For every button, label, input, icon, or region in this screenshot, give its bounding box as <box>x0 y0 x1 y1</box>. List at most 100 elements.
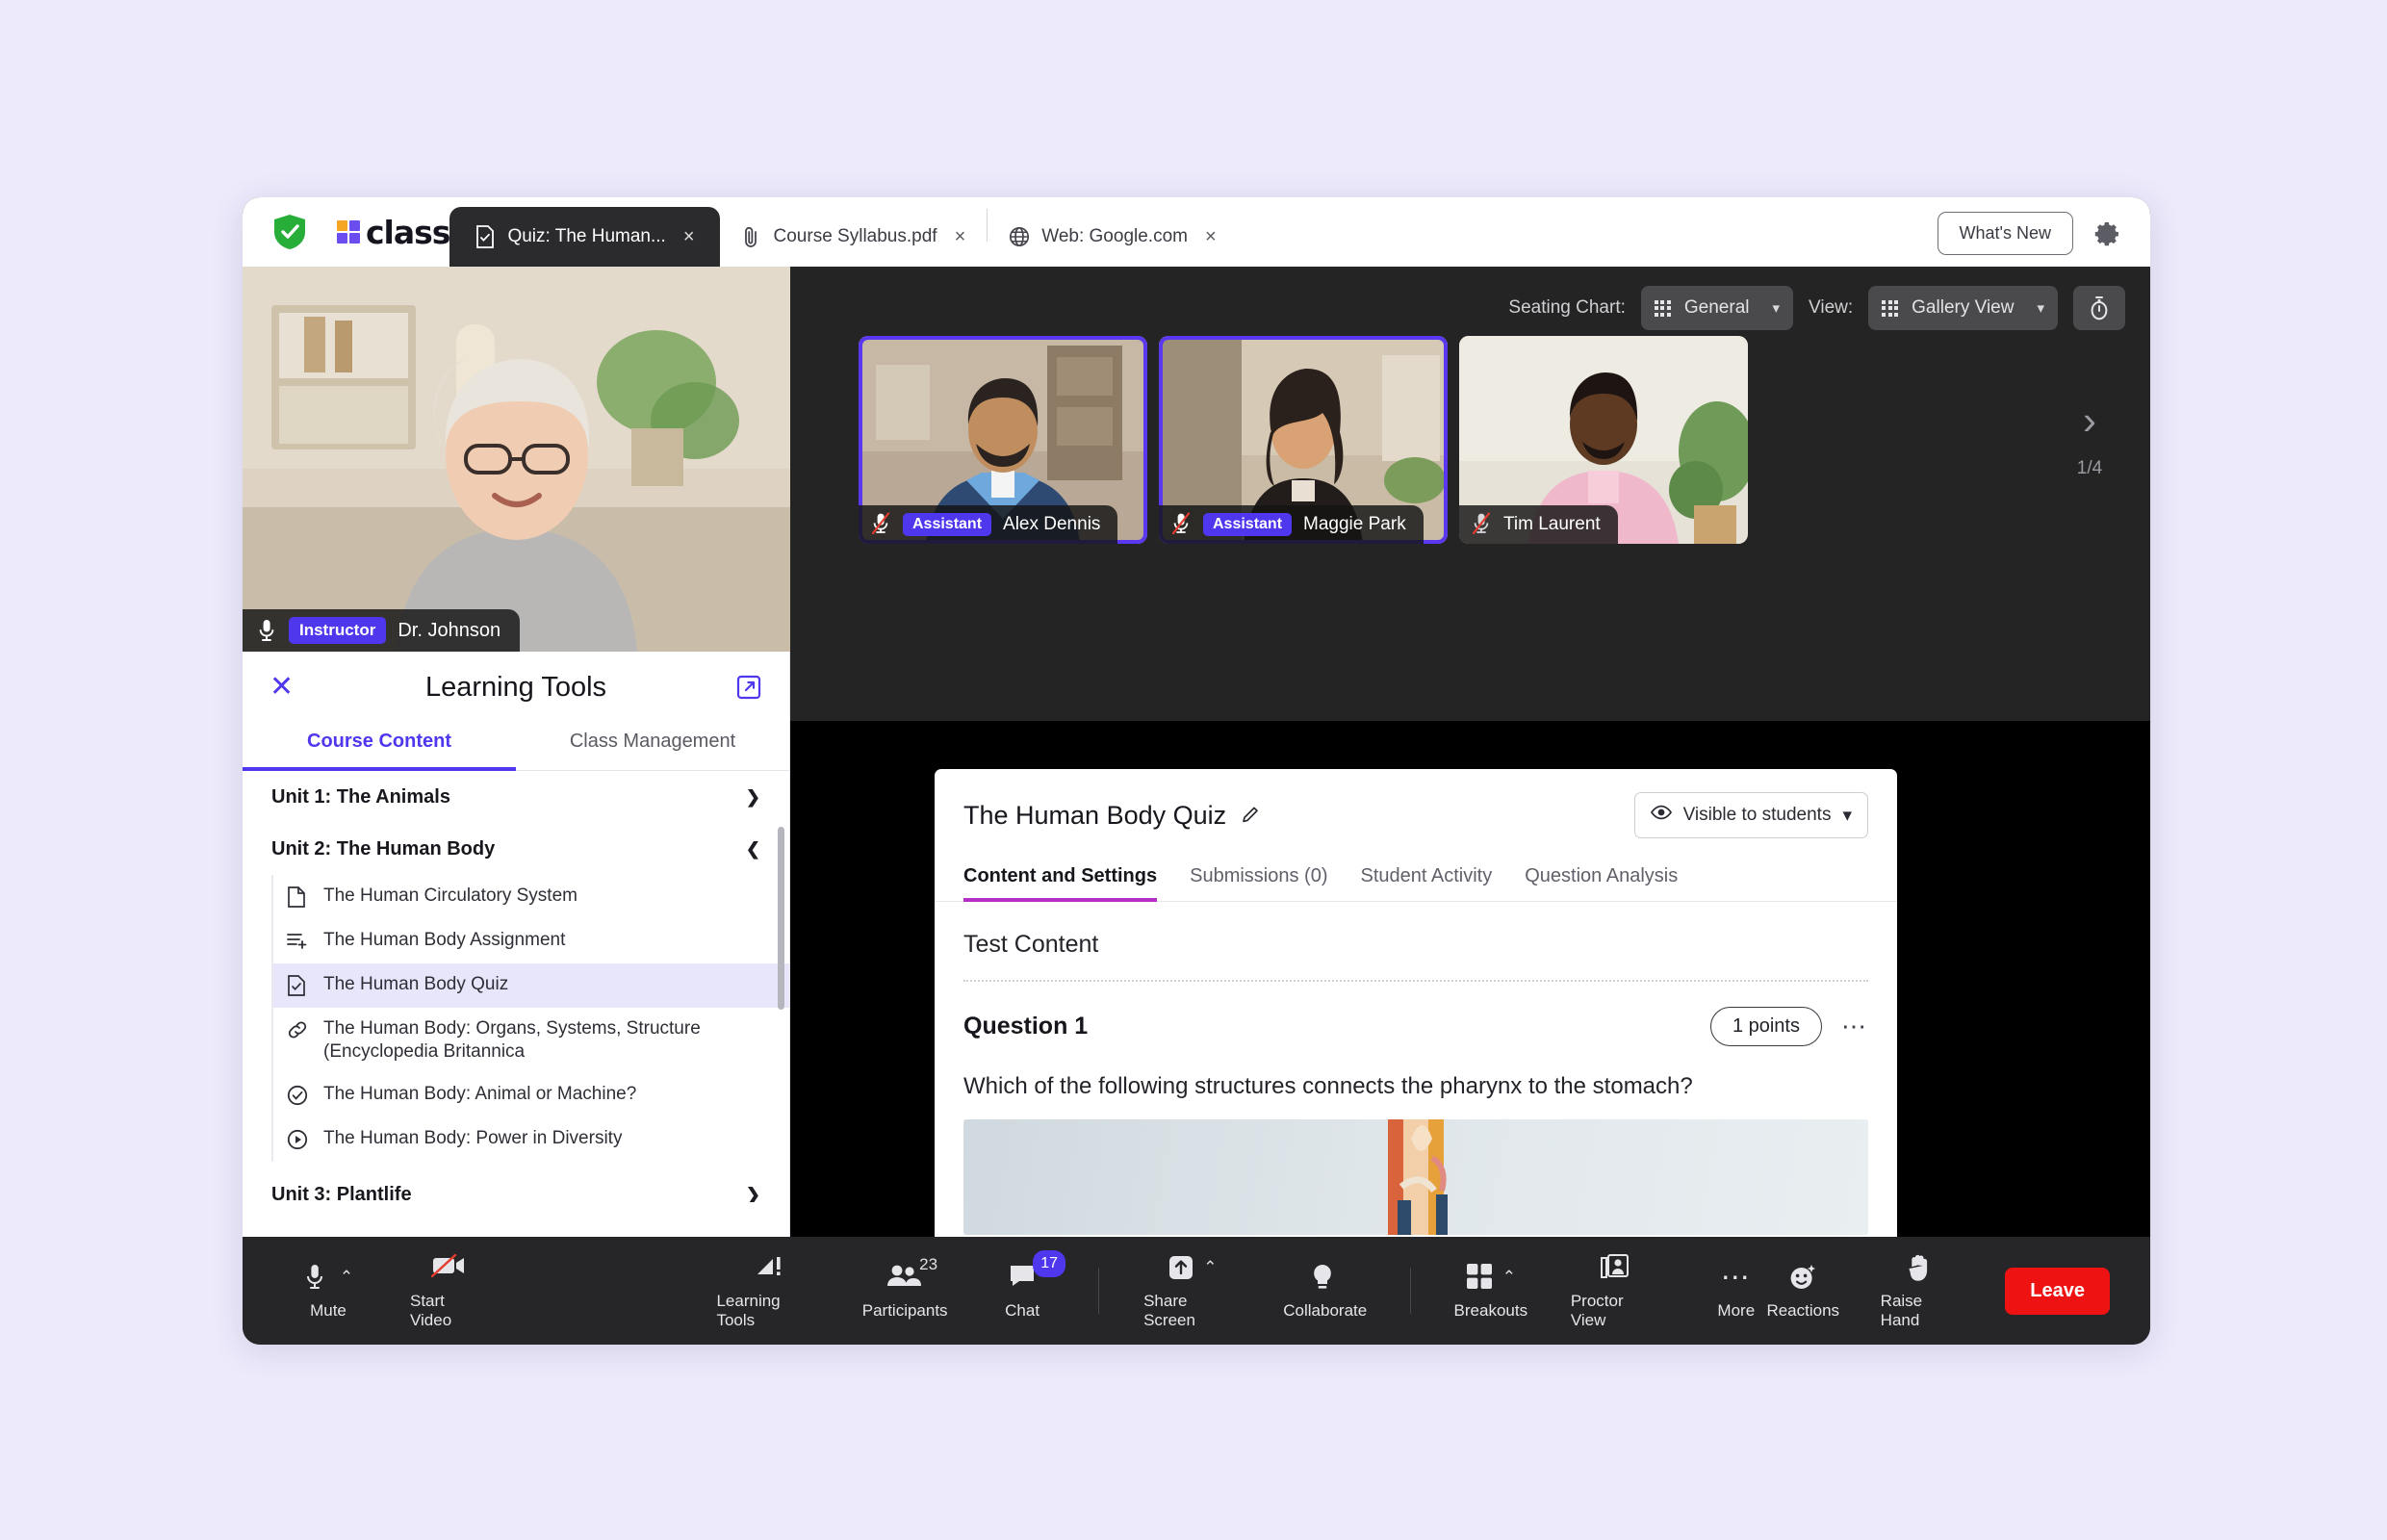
instructor-name-badge: Instructor Dr. Johnson <box>243 609 521 652</box>
toolbar-label: Proctor View <box>1570 1292 1624 1329</box>
assignment-icon <box>287 931 310 954</box>
mute-button[interactable]: ⌃ Mute <box>296 1261 360 1321</box>
quiz-card: The Human Body Quiz Visible to students … <box>935 769 1897 1237</box>
gear-icon[interactable] <box>2092 219 2121 248</box>
tab-content-and-settings[interactable]: Content and Settings <box>963 854 1158 902</box>
tree-unit-1[interactable]: Unit 1: The Animals ❯ <box>243 771 789 823</box>
participant-tile-maggie-park[interactable]: Assistant Maggie Park <box>1159 336 1448 544</box>
tree-item-body-quiz[interactable]: The Human Body Quiz <box>273 963 789 1008</box>
learning-tools-panel: ✕ Learning Tools Course Content Class Ma… <box>243 652 790 1237</box>
role-badge: Instructor <box>289 617 387 644</box>
grid-icon <box>1654 299 1671 317</box>
participant-tiles: Assistant Alex Dennis Assistant Maggie P… <box>859 336 1748 544</box>
learning-tools-tabs: Course Content Class Management <box>243 723 789 771</box>
participants-count: 23 <box>919 1255 938 1273</box>
check-circle-icon <box>287 1085 310 1108</box>
share-screen-button[interactable]: ⌃ Share Screen <box>1143 1251 1241 1330</box>
tab-submissions[interactable]: Submissions (0) <box>1190 854 1327 901</box>
close-icon[interactable]: × <box>955 226 966 248</box>
pencil-icon[interactable] <box>1240 804 1263 827</box>
participant-name: Tim Laurent <box>1503 514 1601 534</box>
meeting-toolbar: ⌃ Mute Start Video Learning Tools 23 Par… <box>243 1237 2150 1345</box>
view-label: View: <box>1809 297 1854 318</box>
tab-question-analysis[interactable]: Question Analysis <box>1525 854 1678 901</box>
more-button[interactable]: ⋯ More <box>1705 1261 1768 1321</box>
proctor-view-button[interactable]: Proctor View <box>1571 1251 1660 1330</box>
tab-quiz[interactable]: Quiz: The Human... × <box>449 207 720 267</box>
breakouts-button[interactable]: ⌃ Breakouts <box>1454 1261 1527 1321</box>
tab-student-activity[interactable]: Student Activity <box>1361 854 1493 901</box>
toolbar-divider <box>1098 1268 1100 1314</box>
close-icon[interactable]: × <box>1205 226 1217 248</box>
collaborate-button[interactable]: Collaborate <box>1283 1261 1368 1321</box>
tab-web-google[interactable]: Web: Google.com × <box>988 207 1237 267</box>
timer-icon[interactable] <box>2073 286 2125 330</box>
chevron-up-icon[interactable]: ⌃ <box>1502 1268 1516 1287</box>
tree-unit-3[interactable]: Unit 3: Plantlife ❯ <box>243 1169 789 1202</box>
mic-muted-icon <box>870 512 891 537</box>
more-horizontal-icon[interactable]: ⋯ <box>1841 1012 1868 1041</box>
participant-tile-alex-dennis[interactable]: Assistant Alex Dennis <box>859 336 1147 544</box>
tree-item-label: The Human Body Assignment <box>323 930 566 950</box>
question-label: Question 1 <box>963 1013 1089 1040</box>
question-points-badge[interactable]: 1 points <box>1709 1007 1822 1046</box>
participants-button[interactable]: 23 Participants <box>861 1255 948 1321</box>
tab-label: Web: Google.com <box>1041 226 1188 246</box>
raise-hand-icon <box>1907 1253 1936 1282</box>
close-icon[interactable]: × <box>683 226 695 248</box>
paperclip-icon <box>741 225 762 248</box>
visibility-select[interactable]: Visible to students ▾ <box>1633 792 1868 838</box>
chevron-right-icon: › <box>2083 398 2096 443</box>
toolbar-label: Participants <box>861 1301 948 1320</box>
tree-item-body-assignment[interactable]: The Human Body Assignment <box>273 919 789 963</box>
tree-item-label: The Human Body Quiz <box>323 974 509 994</box>
participant-name: Dr. Johnson <box>398 619 501 641</box>
start-video-button[interactable]: Start Video <box>410 1251 487 1330</box>
tree-item-label: The Human Body: Animal or Machine? <box>323 1083 637 1104</box>
leave-button[interactable]: Leave <box>2005 1267 2110 1315</box>
toolbar-label: Raise Hand <box>1880 1292 1923 1329</box>
learning-tools-header: ✕ Learning Tools <box>243 652 789 723</box>
learning-tools-button[interactable]: Learning Tools <box>716 1251 819 1330</box>
chevron-up-icon[interactable]: ⌃ <box>340 1268 353 1287</box>
whats-new-button[interactable]: What's New <box>1937 212 2073 255</box>
grid-icon <box>1882 299 1899 317</box>
reactions-button[interactable]: Reactions <box>1766 1261 1840 1321</box>
participant-name-badge: Assistant Alex Dennis <box>859 505 1118 544</box>
quiz-doc-icon <box>475 225 496 248</box>
participant-name-badge: Assistant Maggie Park <box>1159 505 1424 544</box>
toolbar-label: Reactions <box>1766 1301 1840 1320</box>
quiz-title: The Human Body Quiz <box>963 800 1227 830</box>
instructor-video-frame <box>243 267 790 652</box>
view-value: Gallery View <box>1912 297 2015 318</box>
tree-item-circulatory-system[interactable]: The Human Circulatory System <box>273 875 789 919</box>
tree-item-animal-or-machine[interactable]: The Human Body: Animal or Machine? <box>273 1073 789 1117</box>
tab-course-syllabus[interactable]: Course Syllabus.pdf × <box>720 207 988 267</box>
tab-course-content[interactable]: Course Content <box>243 723 516 771</box>
tree-item-power-in-diversity[interactable]: The Human Body: Power in Diversity <box>273 1117 789 1162</box>
tiles-next-pager[interactable]: › 1/4 <box>2058 336 2121 544</box>
share-screen-icon <box>1167 1253 1195 1282</box>
role-badge: Assistant <box>903 513 992 536</box>
chat-button[interactable]: 17 Chat <box>990 1250 1066 1321</box>
chevron-up-icon[interactable]: ⌃ <box>1203 1258 1217 1277</box>
document-icon <box>287 886 310 910</box>
tree-item-organs-systems-structure[interactable]: The Human Body: Organs, Systems, Structu… <box>273 1008 789 1073</box>
chevron-right-icon: ❯ <box>745 786 760 807</box>
participant-tile-tim-laurent[interactable]: Tim Laurent <box>1459 336 1748 544</box>
human-anatomy-illustration <box>1387 1119 1448 1235</box>
instructor-video-tile[interactable]: Instructor Dr. Johnson <box>243 267 790 652</box>
tree-scrollbar[interactable] <box>778 827 784 1010</box>
course-content-tree: Unit 1: The Animals ❯ Unit 2: The Human … <box>243 771 789 1202</box>
seating-chart-value: General <box>1683 297 1750 318</box>
view-select[interactable]: Gallery View ▾ <box>1868 286 2058 330</box>
raise-hand-button[interactable]: Raise Hand <box>1881 1251 1964 1330</box>
chat-icon: 17 <box>1008 1250 1066 1292</box>
mic-icon <box>303 1263 332 1292</box>
brand-name: class <box>366 213 450 251</box>
tab-class-management[interactable]: Class Management <box>516 723 789 770</box>
tree-unit-2[interactable]: Unit 2: The Human Body ❮ <box>243 823 789 875</box>
toolbar-label: Collaborate <box>1283 1301 1368 1320</box>
seating-chart-select[interactable]: General ▾ <box>1640 286 1794 330</box>
mic-on-icon <box>256 618 277 643</box>
